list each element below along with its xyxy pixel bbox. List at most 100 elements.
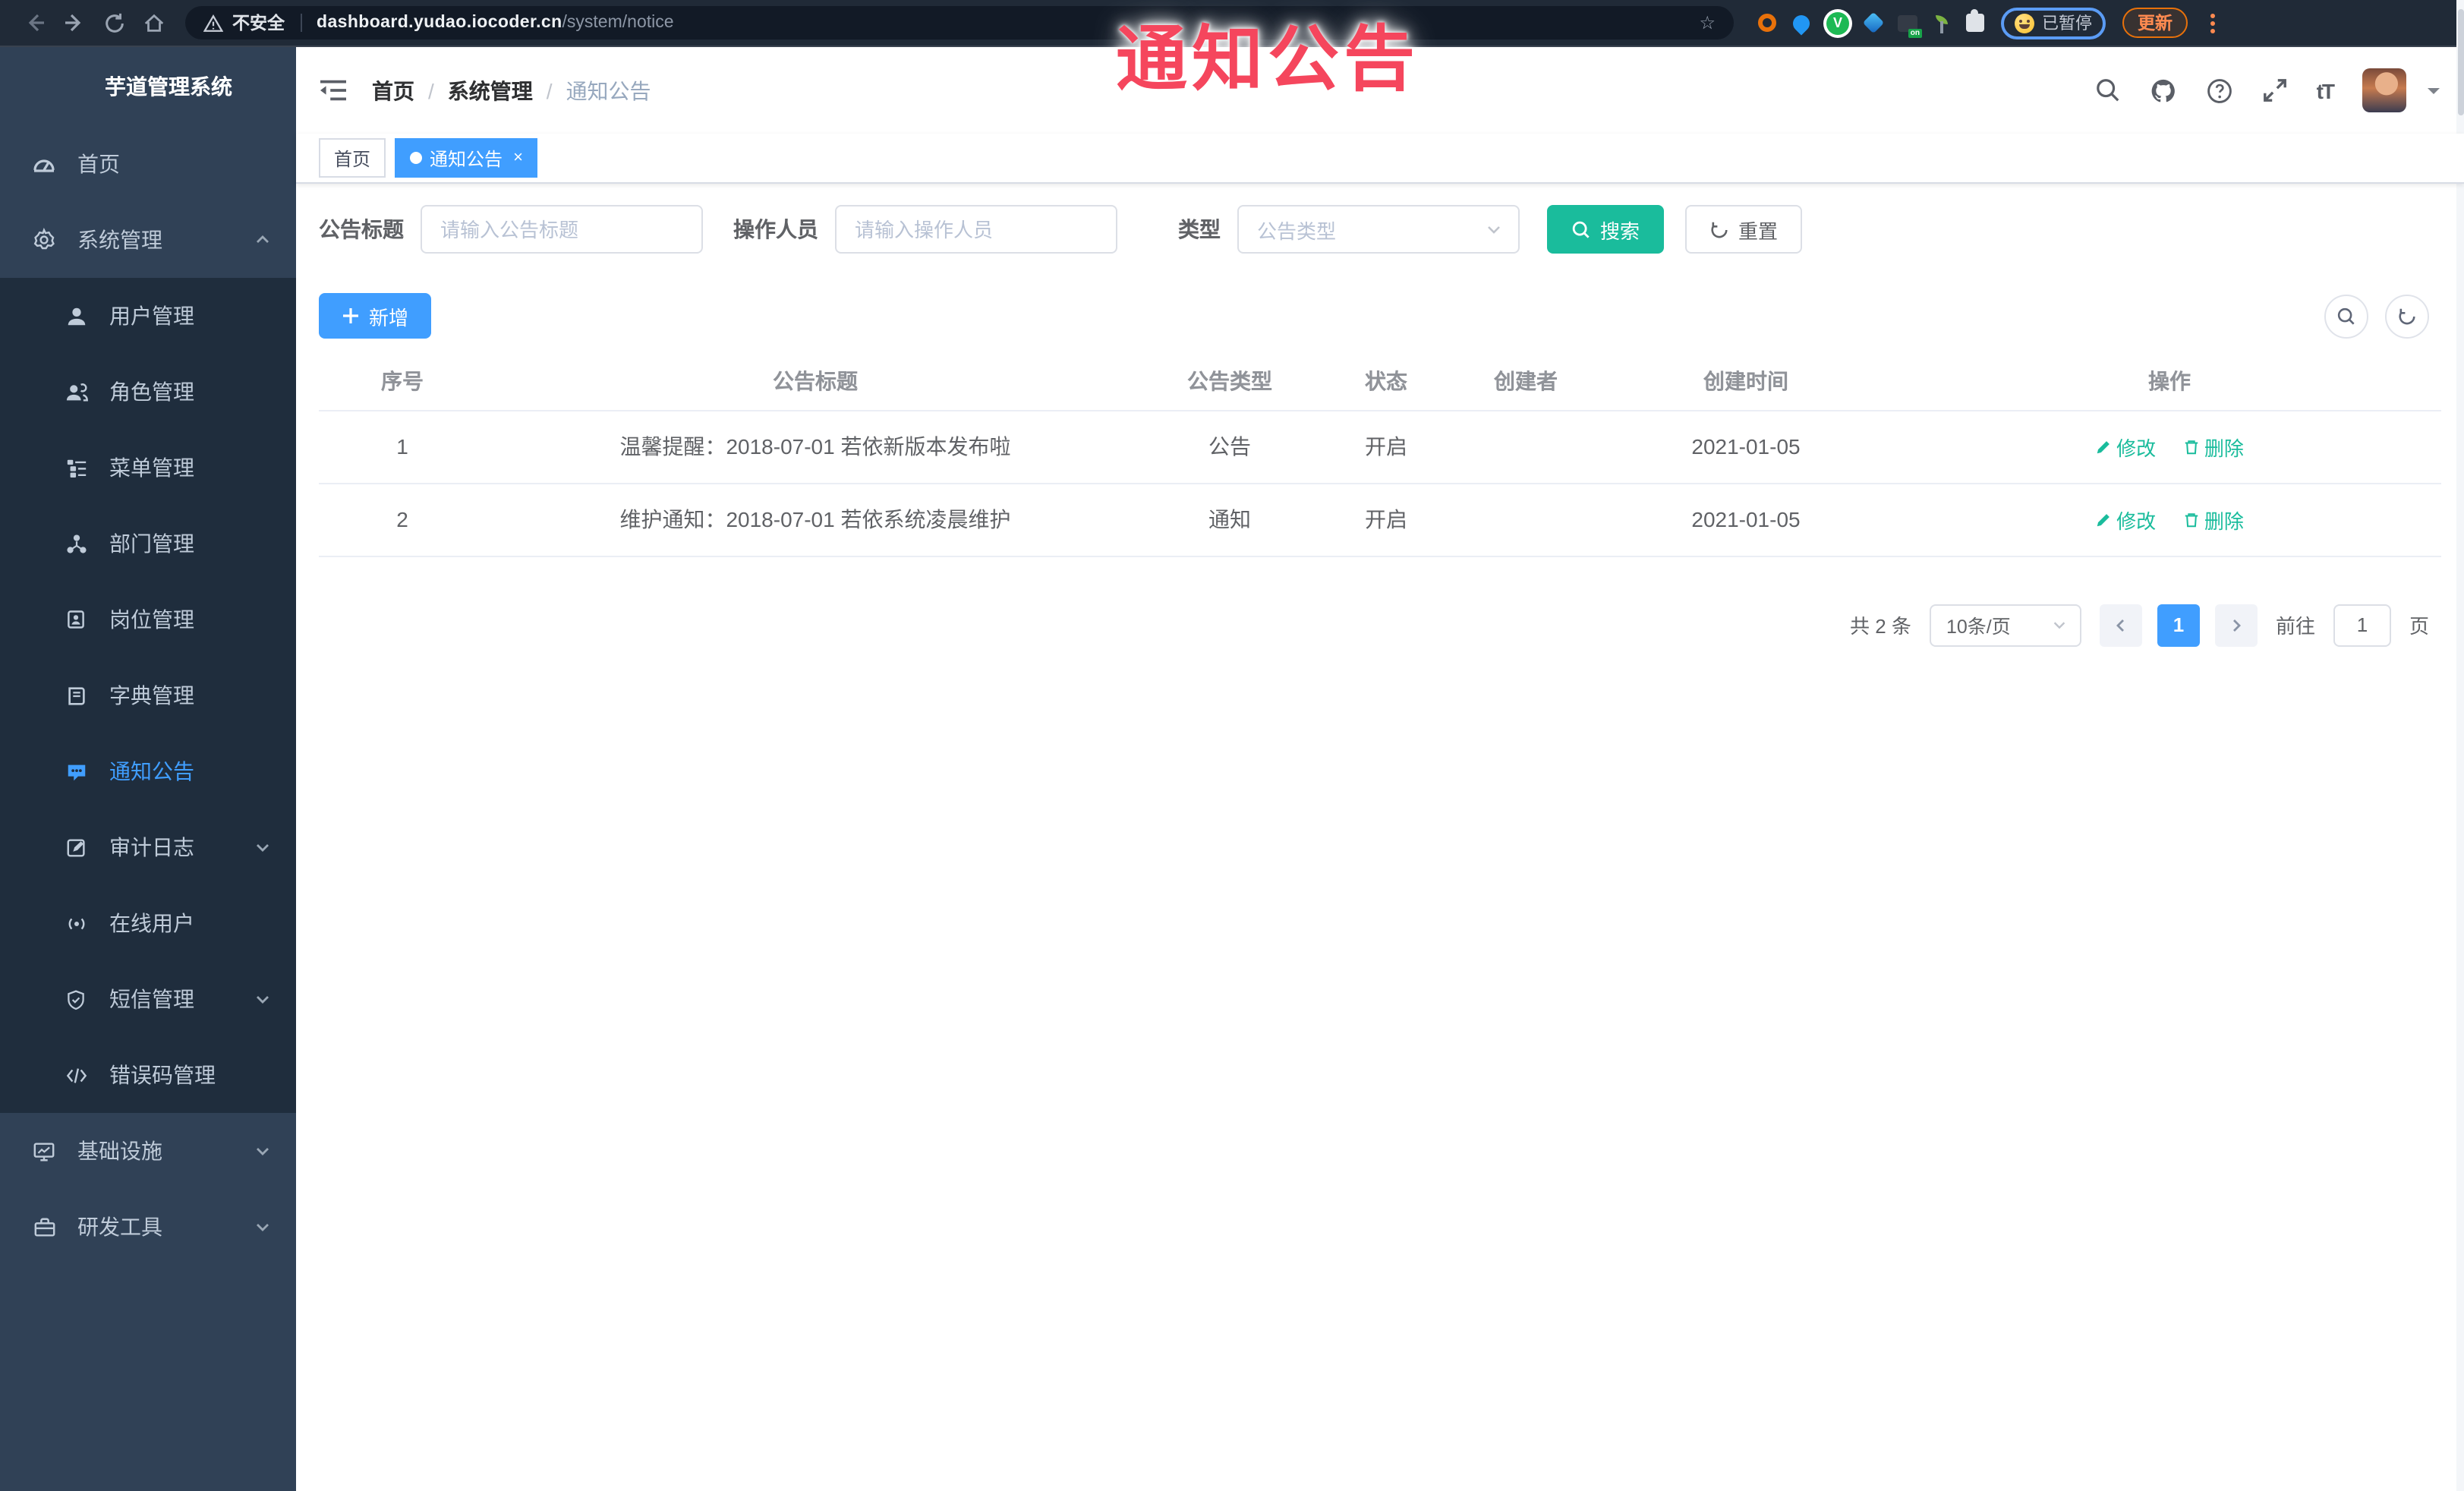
next-page-button[interactable] [2214,604,2258,646]
github-icon[interactable] [2150,77,2177,104]
sidebar-item-label: 错误码管理 [109,1063,216,1087]
page-scrollbar[interactable] [2456,0,2464,1491]
sidebar-item-home[interactable]: 首页 [0,126,296,202]
url-path[interactable]: /system/notice [562,14,674,32]
warning-icon [203,13,223,31]
sidebar-item-label: 研发工具 [77,1215,162,1239]
breadcrumb-current: 通知公告 [566,78,651,102]
sidebar-item-system[interactable]: 系统管理 [0,202,296,278]
cell-type: 通知 [1145,482,1315,556]
fullscreen-icon[interactable] [2262,77,2288,103]
browser-home-icon[interactable] [134,3,173,43]
sidebar-logo[interactable]: 芋道管理系统 [0,47,296,126]
col-title: 公告标题 [773,368,858,393]
breadcrumb: 首页 / 系统管理 / 通知公告 [372,75,651,106]
extension-pin-icon[interactable] [1789,11,1813,35]
sidebar-item-sms-mgmt[interactable]: 短信管理 [0,961,296,1037]
extension-vue-devtools-icon[interactable]: V [1826,11,1849,34]
pagination: 共 2 条 10条/页 1 前往 页 [319,604,2441,646]
sidebar-item-online-users[interactable]: 在线用户 [0,885,296,961]
tag-home[interactable]: 首页 [319,138,386,178]
goto-page-input[interactable] [2333,604,2391,646]
sidebar-item-dev-tools[interactable]: 研发工具 [0,1189,296,1265]
chevron-down-icon [254,1218,272,1236]
user-icon [64,304,88,327]
page-size-value: 10条/页 [1946,616,2011,638]
col-type: 公告类型 [1187,368,1272,393]
browser-update-button[interactable]: 更新 [2122,8,2188,38]
search-icon[interactable] [2095,77,2121,103]
browser-address-bar[interactable]: 不安全 dashboard.yudao.iocoder.cn/system/no… [185,6,1734,39]
title-filter-input[interactable] [421,205,703,254]
extensions-puzzle-icon[interactable] [1966,9,1984,32]
table-tools [2324,295,2429,339]
edit-link[interactable]: 修改 [2095,432,2156,461]
audit-icon [64,836,88,859]
browser-menu-icon[interactable] [2210,13,2215,33]
delete-link[interactable]: 删除 [2183,432,2244,461]
tags-view-bar: 首页 通知公告 × [296,134,2464,184]
toggle-search-button[interactable] [2324,295,2368,339]
add-button[interactable]: 新增 [319,293,432,339]
page-number-current[interactable]: 1 [2157,604,2200,646]
sms-shield-icon [64,988,88,1010]
extension-switch-icon[interactable]: on [1898,14,1922,37]
trash-icon [2185,512,2198,527]
help-icon[interactable] [2206,77,2233,104]
refresh-button[interactable] [2385,295,2429,339]
browser-reload-icon[interactable] [94,3,134,43]
page-unit-label: 页 [2409,615,2429,638]
sidebar-item-role-mgmt[interactable]: 角色管理 [0,354,296,430]
chevron-down-icon [254,990,272,1008]
bookmark-star-icon[interactable]: ☆ [1699,12,1716,33]
sidebar-item-dict-mgmt[interactable]: 字典管理 [0,657,296,733]
font-size-icon[interactable]: tT [2317,78,2335,102]
emoji-avatar-icon [2015,13,2034,33]
sidebar-item-notice[interactable]: 通知公告 [0,733,296,809]
col-create-time: 创建时间 [1703,368,1788,393]
page-size-select[interactable]: 10条/页 [1929,604,2081,646]
reset-button-label: 重置 [1738,219,1779,242]
edit-link[interactable]: 修改 [2095,505,2156,534]
sidebar-item-user-mgmt[interactable]: 用户管理 [0,278,296,354]
extension-toolbar: V on 已暂停 更新 [1758,7,2218,39]
type-select-placeholder: 公告类型 [1257,219,1337,242]
cell-actions: 修改 删除 [1898,409,2441,483]
sidebar-item-menu-mgmt[interactable]: 菜单管理 [0,430,296,506]
scrollbar-thumb[interactable] [2457,9,2463,115]
operator-filter-input[interactable] [835,205,1117,254]
sidebar-item-post-mgmt[interactable]: 岗位管理 [0,582,296,657]
paused-profile-chip[interactable]: 已暂停 [2001,7,2106,39]
sidebar-item-audit-log[interactable]: 审计日志 [0,809,296,885]
system-submenu: 用户管理 角色管理 菜单管理 部门管理 岗位管理 字典管理 通知公告 审计日志 … [0,278,296,1113]
org-icon [64,532,88,555]
browser-forward-icon[interactable] [55,3,94,43]
user-avatar[interactable] [2362,68,2406,112]
security-label[interactable]: 不安全 [232,11,285,35]
delete-link[interactable]: 删除 [2183,505,2244,534]
extension-gem-icon[interactable] [1862,11,1885,34]
breadcrumb-separator: / [546,78,553,102]
caret-down-icon[interactable] [2426,83,2441,98]
browser-back-icon[interactable] [15,3,55,43]
search-button-label: 搜索 [1600,219,1640,242]
sidebar-item-infra[interactable]: 基础设施 [0,1113,296,1189]
search-button[interactable]: 搜索 [1547,205,1665,254]
type-filter-select[interactable]: 公告类型 [1237,205,1520,254]
reset-button[interactable]: 重置 [1685,205,1803,254]
sidebar-item-error-code[interactable]: 错误码管理 [0,1037,296,1113]
extension-ring-icon[interactable] [1758,14,1776,32]
prev-page-button[interactable] [2099,604,2142,646]
extension-sprout-icon[interactable] [1934,13,1949,33]
close-icon[interactable]: × [513,149,523,167]
tag-notice[interactable]: 通知公告 × [395,138,538,178]
sidebar-toggle-icon[interactable] [319,77,348,103]
sidebar-item-dept-mgmt[interactable]: 部门管理 [0,506,296,582]
url-host[interactable]: dashboard.yudao.iocoder.cn [317,14,562,32]
divider [300,14,301,32]
breadcrumb-section[interactable]: 系统管理 [448,75,533,106]
tag-label: 通知公告 [430,148,503,169]
breadcrumb-home[interactable]: 首页 [372,75,414,106]
cell-creator [1457,409,1594,483]
browser-chrome: 不安全 dashboard.yudao.iocoder.cn/system/no… [0,0,2464,47]
